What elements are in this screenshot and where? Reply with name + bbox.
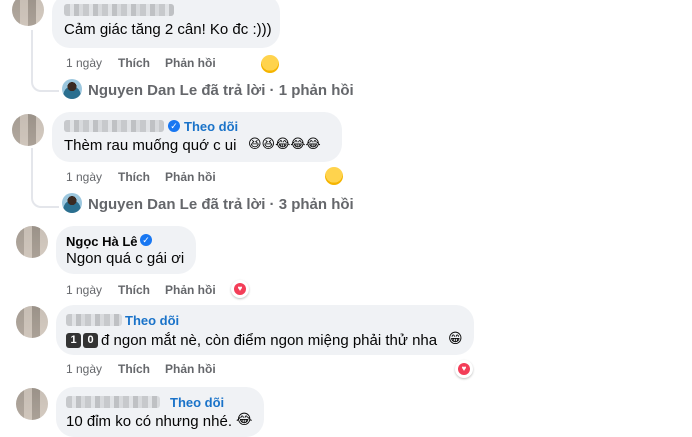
commenter-name-blurred[interactable] (66, 314, 122, 326)
keycap-one-icon: 1 (66, 333, 81, 348)
avatar[interactable] (12, 0, 44, 26)
comment-bubble: Cảm giác tăng 2 cân! Ko đc :))) (52, 0, 280, 48)
comment-emojis: 😆😆😂😂😂 (248, 137, 321, 152)
avatar[interactable] (16, 388, 48, 420)
avatar[interactable] (16, 226, 48, 258)
commenter-name-blurred[interactable] (66, 396, 160, 408)
comment-time[interactable]: 1 ngày (66, 170, 102, 184)
keycap-zero-icon: 0 (83, 333, 98, 348)
like-button[interactable]: Thích (118, 362, 150, 376)
avatar[interactable] (62, 193, 82, 213)
verified-icon: ✓ (168, 120, 180, 132)
comment-time[interactable]: 1 ngày (66, 56, 102, 70)
comment-text: Cảm giác tăng 2 cân! Ko đc :))) (64, 21, 272, 38)
like-button[interactable]: Thích (118, 283, 150, 297)
follow-button[interactable]: Theo dõi (184, 119, 238, 134)
reply-button[interactable]: Phản hồi (165, 362, 216, 376)
comment-text: Thèm rau muống quớ c ui (64, 137, 237, 154)
commenter-name-blurred[interactable] (64, 120, 164, 132)
commenter-name-blurred[interactable] (64, 4, 174, 16)
follow-button[interactable]: Theo dõi (170, 395, 224, 410)
commenter-name[interactable]: Ngọc Hà Lê (66, 234, 138, 249)
replies-summary-link[interactable]: Nguyen Dan Le đã trả lời · 3 phản hồi (88, 196, 354, 213)
comment-bubble: Theo dõi 1 0 đ ngon mắt nè, còn điểm ngo… (56, 305, 474, 355)
avatar[interactable] (12, 114, 44, 146)
thread-connector (31, 148, 59, 208)
comment-text: đ ngon mắt nè, còn điểm ngon miệng phải … (101, 332, 438, 349)
comment-time[interactable]: 1 ngày (66, 362, 102, 376)
comment-bubble: ✓ Theo dõi Thèm rau muống quớ c ui 😆😆😂😂😂 (52, 112, 342, 162)
avatar[interactable] (62, 79, 82, 99)
comment-time[interactable]: 1 ngày (66, 283, 102, 297)
like-button[interactable]: Thích (118, 56, 150, 70)
heart-reaction-icon[interactable]: ♥ (455, 360, 473, 378)
grin-emoji: 😁 (448, 331, 463, 347)
laugh-reaction-icon[interactable] (261, 55, 279, 73)
heart-reaction-icon[interactable]: ♥ (231, 280, 249, 298)
replies-summary-link[interactable]: Nguyen Dan Le đã trả lời · 1 phản hồi (88, 82, 354, 99)
reply-button[interactable]: Phản hồi (165, 283, 216, 297)
comment-text: 10 đỉm ko có nhưng nhé. (66, 413, 232, 430)
comment-bubble: Ngọc Hà Lê ✓ Ngon quá c gái ơi (56, 226, 196, 274)
avatar[interactable] (16, 306, 48, 338)
laugh-emoji: 😂 (236, 412, 253, 428)
reply-button[interactable]: Phản hồi (165, 170, 216, 184)
verified-icon: ✓ (140, 234, 152, 246)
thread-connector (31, 30, 59, 92)
like-button[interactable]: Thích (118, 170, 150, 184)
comment-text: Ngon quá c gái ơi (66, 250, 185, 267)
comment-bubble: Theo dõi 10 đỉm ko có nhưng nhé. 😂 (56, 387, 264, 437)
reply-button[interactable]: Phản hồi (165, 56, 216, 70)
follow-button[interactable]: Theo dõi (125, 313, 179, 328)
tongue-reaction-icon[interactable] (325, 167, 343, 185)
